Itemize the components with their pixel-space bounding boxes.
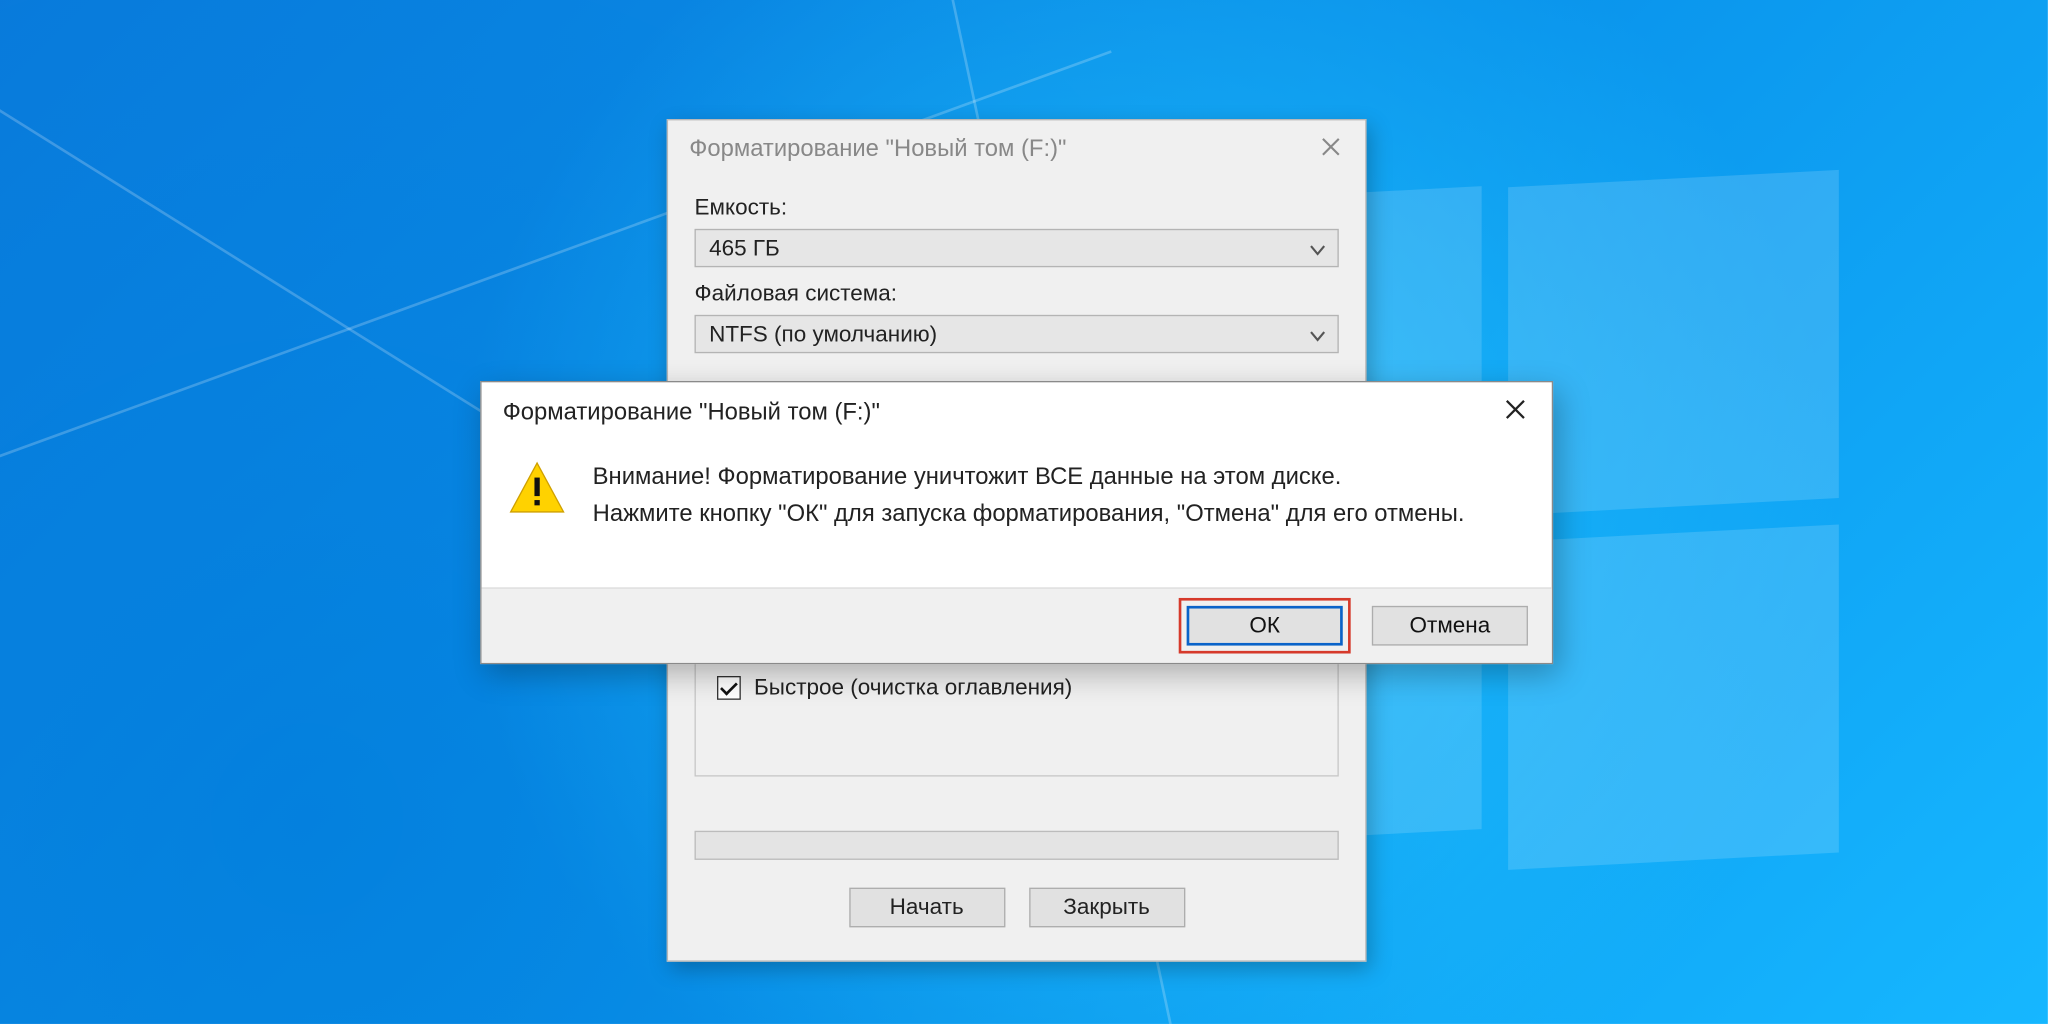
confirm-dialog-close-button[interactable] [1478, 382, 1552, 440]
confirm-dialog-footer: ОК Отмена [482, 587, 1552, 662]
format-options-group: Способы форматирования: Быстрое (очистка… [695, 650, 1339, 777]
capacity-label: Емкость: [695, 194, 1339, 220]
confirm-dialog-title: Форматирование "Новый том (F:)" [503, 398, 880, 426]
start-button[interactable]: Начать [849, 888, 1005, 928]
confirm-dialog-titlebar: Форматирование "Новый том (F:)" [482, 382, 1552, 440]
confirm-message-line2: Нажмите кнопку "ОК" для запуска форматир… [593, 496, 1465, 533]
confirm-message: Внимание! Форматирование уничтожит ВСЕ д… [593, 459, 1465, 533]
format-dialog-titlebar: Форматирование "Новый том (F:)" [668, 120, 1365, 176]
ok-button-highlight: ОК [1179, 598, 1351, 654]
chevron-down-icon [1308, 239, 1327, 265]
format-progress-bar [695, 831, 1339, 860]
warning-icon [508, 459, 566, 517]
close-button-label: Закрыть [1063, 894, 1150, 920]
filesystem-label: Файловая система: [695, 280, 1339, 306]
confirm-message-line1: Внимание! Форматирование уничтожит ВСЕ д… [593, 459, 1465, 496]
capacity-value: 465 ГБ [709, 235, 780, 261]
chevron-down-icon [1308, 325, 1327, 351]
filesystem-value: NTFS (по умолчанию) [709, 321, 937, 347]
close-icon [1322, 134, 1341, 162]
quick-format-checkbox[interactable] [717, 676, 741, 700]
format-dialog-title: Форматирование "Новый том (F:)" [689, 134, 1066, 162]
quick-format-label: Быстрое (очистка оглавления) [754, 675, 1072, 701]
ok-button-label: ОК [1249, 613, 1280, 639]
capacity-select[interactable]: 465 ГБ [695, 229, 1339, 267]
cancel-button[interactable]: Отмена [1372, 606, 1528, 646]
filesystem-select[interactable]: NTFS (по умолчанию) [695, 315, 1339, 353]
format-dialog-close-button[interactable] [1296, 120, 1365, 176]
confirm-dialog: Форматирование "Новый том (F:)" Внимание… [480, 381, 1553, 664]
start-button-label: Начать [890, 894, 964, 920]
ok-button[interactable]: ОК [1187, 606, 1343, 646]
close-button[interactable]: Закрыть [1029, 888, 1185, 928]
close-icon [1505, 398, 1525, 426]
cancel-button-label: Отмена [1410, 613, 1491, 639]
